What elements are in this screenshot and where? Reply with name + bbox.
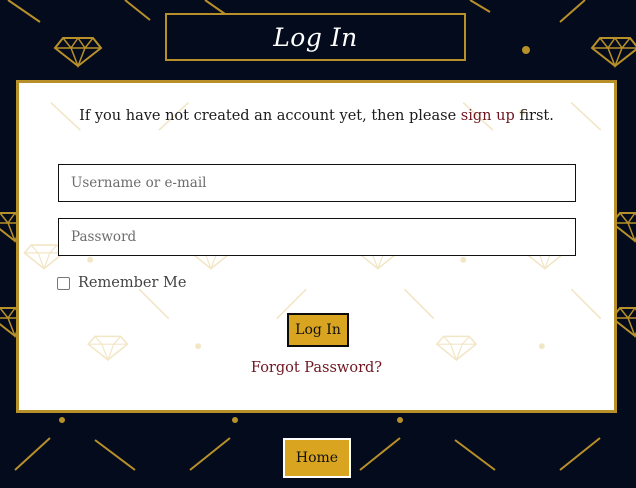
forgot-password-link[interactable]: Forgot Password? [19,360,614,376]
signup-link[interactable]: sign up [461,108,515,124]
username-input[interactable] [58,164,576,202]
diamond-icon [591,37,636,67]
home-button[interactable]: Home [283,438,351,478]
login-card: If you have not created an account yet, … [16,80,617,413]
login-button[interactable]: Log In [287,313,349,347]
intro-text-after: first. [514,108,554,124]
diamond-icon [54,37,102,67]
password-input[interactable] [58,218,576,256]
remember-label: Remember Me [78,275,187,291]
remember-checkbox[interactable] [57,276,70,290]
remember-me[interactable]: Remember Me [57,275,186,291]
intro-text-before: If you have not created an account yet, … [79,108,461,124]
page-title: Log In [165,13,466,61]
signup-prompt: If you have not created an account yet, … [19,108,614,124]
